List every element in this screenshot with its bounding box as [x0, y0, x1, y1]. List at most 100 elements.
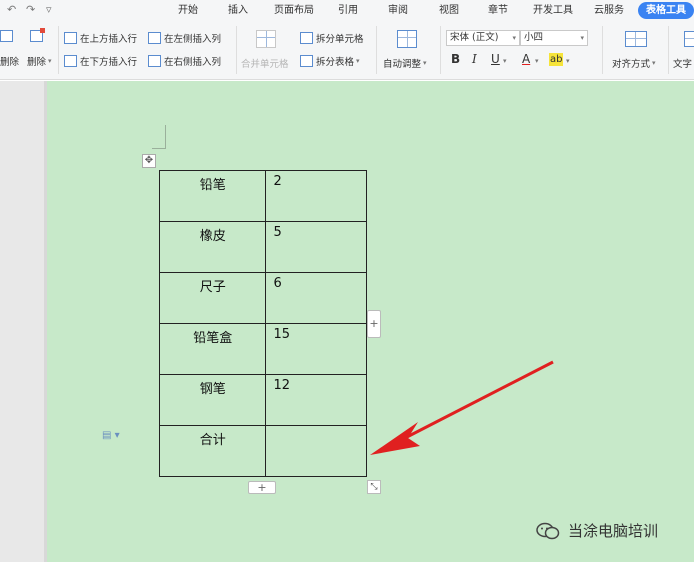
margin-crop-mark [152, 125, 166, 149]
arrow-shaft [404, 360, 554, 440]
split-cells-button[interactable]: 拆分单元格 [300, 31, 364, 45]
font-size-value: 小四 [524, 32, 544, 43]
ribbon-separator [376, 26, 377, 74]
table-move-handle[interactable]: ✥ [142, 154, 156, 168]
add-row-button[interactable]: + [248, 481, 276, 494]
table-cell[interactable]: 5 [265, 221, 367, 273]
delete-icon-button[interactable] [30, 28, 46, 42]
insert-row-above-icon [64, 32, 77, 44]
ribbon-separator [236, 26, 237, 74]
undo-icon[interactable]: ↶ [7, 4, 16, 16]
delete-cells-icon-button[interactable] [0, 30, 16, 42]
font-name-value: 宋体 (正文) [450, 32, 499, 43]
dropdown-arrow-icon: ▾ [423, 59, 427, 67]
table-cell[interactable]: 橡皮 [158, 221, 267, 273]
table-cell[interactable]: 2 [265, 170, 367, 222]
tab-insert[interactable]: 插入 [228, 4, 248, 17]
table-delete-icon [0, 30, 13, 42]
text-direction-label: 文字 [673, 59, 693, 70]
underline-button[interactable]: U [491, 53, 500, 66]
split-cells-icon [300, 32, 313, 44]
redo-icon[interactable]: ↷ [26, 4, 35, 16]
auto-fit-button[interactable]: 自动调整 ▾ [383, 56, 427, 70]
delete-button[interactable]: 删除 ▾ [27, 54, 52, 68]
insert-col-left-icon [148, 32, 161, 44]
chevron-down-icon: ▾ [580, 34, 584, 42]
customize-quick-access-icon[interactable]: ▿ [46, 4, 52, 16]
tab-home[interactable]: 开始 [178, 4, 198, 17]
arrowhead [370, 422, 420, 455]
delete-label: 删除 [27, 57, 47, 68]
chevron-down-icon: ▾ [512, 34, 516, 42]
table-cell[interactable]: 铅笔 [158, 170, 267, 222]
paragraph-layout-icon[interactable]: ▤ ▾ [102, 430, 120, 441]
table-cell[interactable]: 15 [265, 323, 367, 375]
dropdown-arrow-icon: ▾ [48, 57, 52, 65]
underline-dropdown-icon[interactable]: ▾ [503, 55, 507, 68]
font-color-button[interactable]: A [522, 53, 530, 66]
tab-page-layout[interactable]: 页面布局 [274, 4, 314, 17]
insert-row-below-icon [64, 55, 77, 67]
insert-col-left-button[interactable]: 在左侧插入列 [148, 31, 221, 45]
table-cell[interactable]: 铅笔盒 [158, 323, 267, 375]
insert-row-below-label: 在下方插入行 [80, 57, 138, 68]
delete-cells-label: 删除 [0, 57, 20, 68]
split-cells-label: 拆分单元格 [316, 34, 364, 45]
tab-developer[interactable]: 开发工具 [533, 4, 573, 17]
bold-button[interactable]: B [451, 53, 460, 66]
add-column-button[interactable]: + [367, 310, 381, 338]
merge-cells-icon [256, 30, 276, 48]
tab-section[interactable]: 章节 [488, 4, 508, 17]
text-direction-icon [684, 31, 694, 47]
annotation-arrow [370, 360, 554, 455]
auto-fit-label: 自动调整 [383, 59, 422, 70]
table-cell[interactable]: 12 [265, 374, 367, 426]
insert-row-below-button[interactable]: 在下方插入行 [64, 54, 137, 68]
table-cell[interactable]: 钢笔 [158, 374, 267, 426]
ribbon-separator [58, 26, 59, 74]
tab-view[interactable]: 视图 [439, 4, 459, 17]
align-button[interactable]: 对齐方式 ▾ [612, 56, 656, 70]
insert-col-right-icon [148, 55, 161, 67]
merge-cells-label: 合并单元格 [241, 59, 289, 70]
ribbon-tab-bar: ↶ ↷ ▿ 开始 插入 页面布局 引用 审阅 视图 章节 开发工具 云服务 表格… [0, 0, 694, 22]
table-row: 尺子 6 [158, 272, 367, 324]
insert-row-above-button[interactable]: 在上方插入行 [64, 31, 137, 45]
delete-cells-button[interactable]: 删除 [0, 54, 19, 68]
split-table-label: 拆分表格 [316, 57, 355, 68]
font-name-select[interactable]: 宋体 (正文) ▾ [446, 30, 520, 46]
tab-cloud[interactable]: 云服务 [594, 4, 624, 17]
ribbon-separator [440, 26, 441, 74]
merge-cells-button[interactable]: 合并单元格 [241, 56, 289, 70]
font-color-dropdown-icon[interactable]: ▾ [535, 55, 539, 68]
table-cell[interactable]: 尺子 [158, 272, 267, 324]
table-row: 铅笔 2 [158, 170, 367, 222]
watermark-text: 当涂电脑培训 [568, 522, 659, 540]
tab-references[interactable]: 引用 [338, 4, 358, 17]
table-row: 铅笔盒 15 [158, 323, 367, 375]
align-icon [625, 31, 647, 47]
split-table-icon [300, 55, 313, 67]
split-table-button[interactable]: 拆分表格 ▾ [300, 54, 360, 68]
ribbon-toolbar: 删除 删除 ▾ 在上方插入行 在下方插入行 在左侧插入列 在右侧插入列 合并单元… [0, 22, 694, 80]
text-direction-button[interactable]: 文字 [673, 56, 692, 70]
insert-col-left-label: 在左侧插入列 [164, 34, 222, 45]
dropdown-arrow-icon: ▾ [652, 59, 656, 67]
insert-col-right-button[interactable]: 在右侧插入列 [148, 54, 221, 68]
table-cell-total-value[interactable] [265, 425, 367, 477]
table-resize-handle[interactable]: ⤡ [367, 480, 381, 494]
document-margin [0, 81, 44, 562]
document-table[interactable]: 铅笔 2 橡皮 5 尺子 6 铅笔盒 15 钢笔 12 合计 [158, 170, 367, 477]
italic-button[interactable]: I [472, 53, 477, 66]
table-row: 橡皮 5 [158, 221, 367, 273]
table-cell[interactable]: 6 [265, 272, 367, 324]
table-row: 钢笔 12 [158, 374, 367, 426]
highlight-dropdown-icon[interactable]: ▾ [566, 55, 570, 68]
tab-table-tools[interactable]: 表格工具 [638, 2, 694, 19]
tab-review[interactable]: 审阅 [388, 4, 408, 17]
highlight-button[interactable]: ab [549, 53, 564, 66]
font-size-select[interactable]: 小四 ▾ [520, 30, 588, 46]
insert-col-right-label: 在右侧插入列 [164, 57, 222, 68]
table-cell[interactable]: 合计 [158, 425, 267, 477]
ribbon-separator [602, 26, 603, 74]
